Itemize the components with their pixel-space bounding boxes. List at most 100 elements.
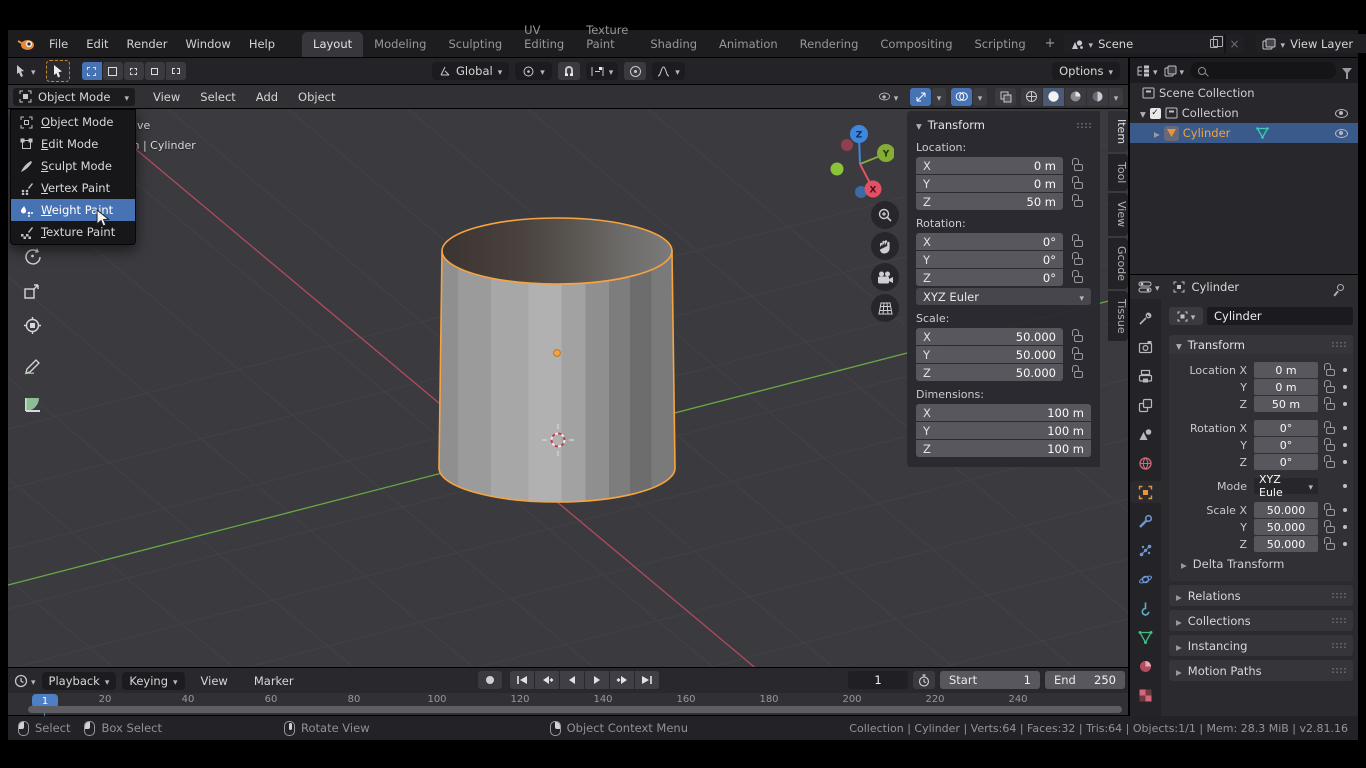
annotate-tool-button[interactable] [20, 355, 44, 379]
lock-icon[interactable] [1074, 164, 1083, 171]
tab-output[interactable] [1130, 365, 1161, 387]
lock-icon[interactable] [1326, 543, 1335, 550]
object-name-input[interactable]: Cylinder [1207, 307, 1353, 325]
jump-to-start-button[interactable] [510, 671, 534, 689]
viewport-menu-view[interactable]: View [143, 90, 190, 104]
location-x-field[interactable]: 0 m [1254, 362, 1318, 378]
navigation-gizmo[interactable]: Z Y X [828, 119, 894, 211]
tab-view-layer[interactable] [1130, 394, 1161, 416]
eye-icon[interactable] [1335, 109, 1348, 118]
shading-rendered-button[interactable] [1087, 88, 1108, 106]
sidebar-tab-item[interactable]: Item [1108, 111, 1128, 152]
select-extend-button[interactable] [103, 62, 123, 80]
visibility-dropdown[interactable] [871, 88, 905, 106]
expand-icon[interactable] [1140, 106, 1146, 120]
tab-constraints[interactable] [1130, 597, 1161, 619]
view-layer-browse-button[interactable]: View Layer [1256, 34, 1366, 53]
editor-type-dropdown[interactable] [1136, 64, 1158, 78]
tab-layout[interactable]: Layout [302, 32, 363, 57]
mode-dropdown[interactable]: Object Mode [13, 88, 135, 106]
transform-orientation-dropdown[interactable]: Global [432, 62, 509, 80]
tab-scene[interactable] [1130, 423, 1161, 445]
viewport-menu-object[interactable]: Object [288, 90, 345, 104]
rotation-y-field[interactable]: Y0° [916, 251, 1063, 268]
tweak-tool-button[interactable] [46, 60, 70, 82]
tab-compositing[interactable]: Compositing [869, 32, 963, 57]
tab-scripting[interactable]: Scripting [964, 32, 1037, 57]
menu-edit[interactable]: Edit [77, 37, 117, 51]
lock-icon[interactable] [1326, 444, 1335, 451]
shading-wireframe-button[interactable] [1021, 88, 1042, 106]
panel-instancing[interactable]: Instancing [1169, 635, 1353, 656]
menu-render[interactable]: Render [118, 37, 177, 51]
lock-icon[interactable] [1326, 369, 1335, 376]
overlays-dropdown[interactable] [973, 88, 987, 106]
tab-tool[interactable] [1130, 307, 1161, 329]
play-reverse-button[interactable] [560, 671, 584, 689]
shading-material-button[interactable] [1065, 88, 1086, 106]
animate-dot[interactable] [1343, 426, 1347, 430]
panel-relations[interactable]: Relations [1169, 585, 1353, 606]
timeline-ruler[interactable]: 20 40 60 80 100 120 140 160 180 200 220 … [8, 693, 1128, 715]
tab-texture[interactable] [1130, 684, 1161, 706]
menu-item-sculpt-mode[interactable]: Sculpt Mode [11, 155, 135, 177]
animate-dot[interactable] [1343, 542, 1347, 546]
current-frame-field[interactable]: 1 [848, 671, 908, 689]
falloff-dropdown[interactable] [652, 62, 685, 80]
animate-dot[interactable] [1343, 368, 1347, 372]
id-type-dropdown[interactable] [1169, 307, 1203, 325]
options-dropdown[interactable]: Options [1052, 62, 1120, 80]
gizmo-dropdown[interactable] [932, 88, 946, 106]
animate-dot[interactable] [1343, 402, 1347, 406]
tab-texture-paint[interactable]: Texture Paint [575, 18, 639, 57]
row-scene-collection[interactable]: Scene Collection [1130, 83, 1358, 103]
lock-icon[interactable] [1074, 335, 1083, 342]
delta-transform-panel[interactable]: Delta Transform [1169, 555, 1347, 573]
row-cylinder[interactable]: Cylinder [1130, 123, 1358, 143]
use-preview-range-toggle[interactable] [913, 671, 935, 689]
lock-icon[interactable] [1074, 276, 1083, 283]
collapse-icon[interactable] [916, 118, 922, 132]
sidebar-tab-tool[interactable]: Tool [1108, 154, 1128, 191]
xray-toggle[interactable] [995, 88, 1016, 106]
scale-x-field[interactable]: X50.000 [916, 328, 1063, 345]
keying-dropdown[interactable]: Keying [122, 672, 184, 690]
transform-panel-header[interactable]: Transform [1169, 335, 1353, 354]
pin-icon[interactable] [1336, 282, 1346, 292]
lock-icon[interactable] [1074, 258, 1083, 265]
scale-tool-button[interactable] [20, 279, 44, 303]
tab-rendering[interactable]: Rendering [789, 32, 870, 57]
animate-dot[interactable] [1343, 525, 1347, 529]
menu-help[interactable]: Help [240, 37, 284, 51]
play-button[interactable] [585, 671, 609, 689]
transform-tool-button[interactable] [20, 313, 44, 337]
timeline-scrollbar[interactable] [28, 706, 1122, 713]
rotation-x-field[interactable]: X0° [916, 233, 1063, 250]
animate-dot[interactable] [1343, 484, 1347, 488]
location-x-field[interactable]: X0 m [916, 157, 1063, 174]
location-z-field[interactable]: Z50 m [916, 193, 1063, 210]
rotation-z-field[interactable]: 0° [1254, 454, 1318, 470]
tool-dropdown[interactable] [14, 64, 36, 78]
eye-icon[interactable] [1335, 129, 1348, 138]
viewport-menu-select[interactable]: Select [190, 90, 245, 104]
viewport-3d[interactable]: User Perspective (1) Collection | Cylind… [8, 109, 1128, 667]
timeline-menu-marker[interactable]: Marker [244, 674, 304, 688]
proportional-editing-toggle[interactable] [624, 62, 646, 80]
lock-icon[interactable] [1326, 427, 1335, 434]
jump-to-end-button[interactable] [635, 671, 659, 689]
outliner-search-input[interactable] [1190, 62, 1336, 79]
scale-y-field[interactable]: 50.000 [1254, 519, 1318, 535]
tab-modeling[interactable]: Modeling [363, 32, 437, 57]
next-keyframe-button[interactable] [610, 671, 634, 689]
select-intersect-button[interactable] [166, 62, 186, 80]
drag-handle[interactable] [1076, 122, 1091, 129]
sidebar-tab-gcode[interactable]: Gcode [1108, 238, 1128, 289]
lock-icon[interactable] [1326, 509, 1335, 516]
menu-item-vertex-paint[interactable]: Vertex Paint [11, 177, 135, 199]
dimensions-x-field[interactable]: X100 m [916, 404, 1091, 421]
gizmo-toggle[interactable] [910, 88, 931, 106]
shading-solid-button[interactable] [1043, 88, 1064, 106]
sidebar-tab-tissue[interactable]: Tissue [1108, 291, 1128, 342]
panel-motion-paths[interactable]: Motion Paths [1169, 660, 1353, 681]
